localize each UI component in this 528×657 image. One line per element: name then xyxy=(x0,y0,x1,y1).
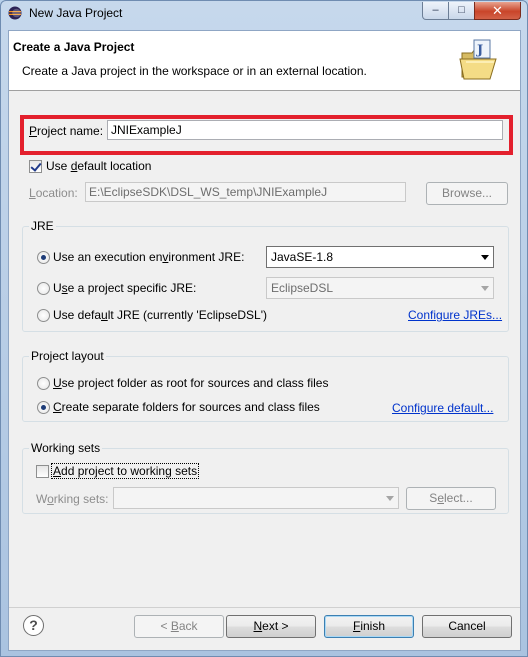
help-icon[interactable]: ? xyxy=(23,615,44,636)
configure-jres-link[interactable]: Configure JREs... xyxy=(408,308,502,322)
project-specific-jre-value: EclipseDSL xyxy=(271,281,334,295)
chevron-down-icon xyxy=(386,496,394,501)
new-java-project-window: New Java Project – □ ✕ Create a Java Pro… xyxy=(0,0,528,657)
project-specific-jre-select[interactable]: EclipseDSL xyxy=(266,277,494,299)
use-default-location-label: Use default location xyxy=(46,159,152,173)
dialog-client-area: Create a Java Project Create a Java proj… xyxy=(8,30,521,651)
svg-text:J: J xyxy=(476,43,483,58)
footer-separator xyxy=(9,607,520,608)
project-specific-jre-radio[interactable] xyxy=(37,282,50,295)
project-name-label: Project name: xyxy=(29,124,104,138)
working-sets-select[interactable] xyxy=(113,487,399,509)
add-to-working-sets-label: Add project to working sets xyxy=(50,463,200,479)
project-specific-jre-label: Use a project specific JRE: xyxy=(53,281,197,295)
page-description: Create a Java project in the workspace o… xyxy=(22,64,367,78)
browse-button[interactable]: Browse... xyxy=(426,182,508,205)
exec-env-jre-radio[interactable] xyxy=(37,251,50,264)
project-layout-group-title: Project layout xyxy=(29,349,106,363)
exec-env-jre-label: Use an execution environment JRE: xyxy=(53,250,245,264)
exec-env-jre-select[interactable]: JavaSE-1.8 xyxy=(266,246,494,268)
project-folder-root-radio[interactable] xyxy=(37,377,50,390)
separate-folders-radio[interactable] xyxy=(37,401,50,414)
location-label: Location: xyxy=(29,186,78,200)
separate-folders-label: Create separate folders for sources and … xyxy=(53,400,320,414)
window-title: New Java Project xyxy=(29,6,123,20)
configure-default-link[interactable]: Configure default... xyxy=(392,401,493,415)
exec-env-jre-value: JavaSE-1.8 xyxy=(271,250,334,264)
next-button[interactable]: Next > xyxy=(226,615,316,638)
working-sets-group-title: Working sets xyxy=(29,441,103,455)
back-button[interactable]: < Back xyxy=(134,615,224,638)
close-button[interactable]: ✕ xyxy=(474,2,521,20)
location-input[interactable]: E:\EclipseSDK\DSL_WS_temp\JNIExampleJ xyxy=(85,182,406,202)
project-name-input[interactable]: JNIExampleJ xyxy=(107,120,503,140)
minimize-button[interactable]: – xyxy=(422,2,449,20)
jre-group-title: JRE xyxy=(29,219,56,233)
close-icon: ✕ xyxy=(492,3,503,18)
project-folder-root-label: Use project folder as root for sources a… xyxy=(53,376,329,390)
maximize-icon: □ xyxy=(458,4,465,16)
maximize-button[interactable]: □ xyxy=(448,2,475,20)
finish-button[interactable]: Finish xyxy=(324,615,414,638)
add-to-working-sets-checkbox[interactable] xyxy=(36,465,49,478)
default-jre-radio[interactable] xyxy=(37,309,50,322)
chevron-down-icon xyxy=(481,286,489,291)
wizard-header: Create a Java Project Create a Java proj… xyxy=(9,31,520,91)
minimize-icon: – xyxy=(432,4,439,16)
working-sets-label: Working sets: xyxy=(36,492,109,506)
select-working-sets-button[interactable]: Select... xyxy=(406,487,496,510)
cancel-button[interactable]: Cancel xyxy=(422,615,512,638)
eclipse-icon xyxy=(8,6,22,20)
new-java-project-folder-icon: J xyxy=(459,39,497,80)
chevron-down-icon xyxy=(481,255,489,260)
use-default-location-checkbox[interactable] xyxy=(29,160,42,173)
title-bar[interactable]: New Java Project – □ ✕ xyxy=(1,1,527,25)
default-jre-label: Use default JRE (currently 'EclipseDSL') xyxy=(53,308,268,322)
page-title: Create a Java Project xyxy=(13,40,135,54)
